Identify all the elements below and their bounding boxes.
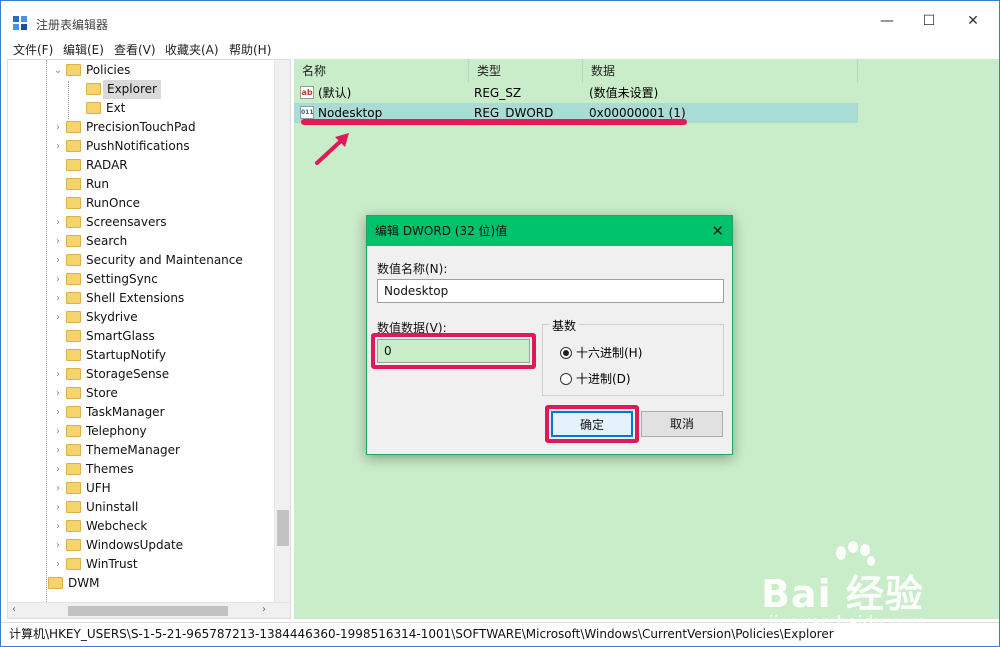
value-name-label: 数值名称(N): bbox=[377, 262, 448, 276]
folder-icon bbox=[66, 406, 81, 418]
watermark-brand: Bai 经验 bbox=[761, 572, 924, 616]
dialog-title: 编辑 DWORD (32 位)值 bbox=[375, 224, 508, 238]
menu-edit[interactable]: 编辑(E) bbox=[63, 41, 104, 58]
annotation-highlight-box bbox=[545, 405, 639, 443]
folder-icon bbox=[66, 216, 81, 228]
dword-value-icon: 011 bbox=[300, 106, 314, 119]
chevron-right-icon[interactable]: › bbox=[52, 308, 64, 327]
chevron-right-icon[interactable]: › bbox=[52, 498, 64, 517]
maximize-button[interactable]: ☐ bbox=[915, 9, 943, 33]
folder-icon bbox=[66, 330, 81, 342]
chevron-right-icon[interactable]: › bbox=[52, 536, 64, 555]
folder-icon bbox=[66, 501, 81, 513]
folder-icon bbox=[66, 349, 81, 361]
chevron-right-icon[interactable]: › bbox=[52, 137, 64, 156]
folder-icon bbox=[66, 197, 81, 209]
folder-icon bbox=[66, 368, 81, 380]
chevron-right-icon[interactable]: › bbox=[52, 422, 64, 441]
title-bar: 注册表编辑器 — ☐ ✕ bbox=[1, 1, 999, 39]
radio-selected-icon bbox=[560, 347, 572, 359]
column-header-name[interactable]: 名称 bbox=[294, 59, 469, 83]
value-name-field[interactable]: Nodesktop bbox=[377, 279, 724, 303]
folder-icon bbox=[66, 273, 81, 285]
key-tree[interactable]: ⌄ Policies Explorer Ext › PrecisionTouchP… bbox=[7, 59, 291, 619]
folder-icon bbox=[66, 235, 81, 247]
chevron-right-icon[interactable]: › bbox=[52, 460, 64, 479]
tree-vertical-scrollbar[interactable] bbox=[274, 60, 290, 603]
folder-icon bbox=[66, 159, 81, 171]
folder-icon bbox=[66, 463, 81, 475]
scroll-left-icon[interactable]: ‹ bbox=[12, 604, 16, 615]
scrollbar-thumb[interactable] bbox=[68, 606, 228, 616]
chevron-right-icon[interactable]: › bbox=[52, 232, 64, 251]
chevron-right-icon[interactable]: › bbox=[52, 270, 64, 289]
chevron-right-icon[interactable]: › bbox=[52, 384, 64, 403]
chevron-right-icon[interactable]: › bbox=[52, 289, 64, 308]
folder-icon bbox=[66, 254, 81, 266]
tree-horizontal-scrollbar[interactable]: ‹ › bbox=[8, 602, 290, 618]
chevron-right-icon[interactable]: › bbox=[52, 403, 64, 422]
folder-icon bbox=[66, 292, 81, 304]
menu-bar: 文件(F) 编辑(E) 查看(V) 收藏夹(A) 帮助(H) bbox=[1, 39, 999, 59]
chevron-right-icon[interactable]: › bbox=[52, 118, 64, 137]
baidu-watermark: Bai 经验 jingyan.baidu.com bbox=[761, 541, 981, 633]
folder-icon bbox=[66, 140, 81, 152]
folder-icon bbox=[66, 425, 81, 437]
chevron-right-icon[interactable]: › bbox=[52, 365, 64, 384]
dialog-title-bar: 编辑 DWORD (32 位)值 ✕ bbox=[367, 216, 732, 246]
registry-editor-window: 注册表编辑器 — ☐ ✕ 文件(F) 编辑(E) 查看(V) 收藏夹(A) 帮助… bbox=[0, 0, 1000, 647]
tree-guide-line bbox=[46, 60, 47, 618]
folder-icon bbox=[86, 83, 101, 95]
folder-icon bbox=[66, 558, 81, 570]
chevron-right-icon[interactable]: › bbox=[52, 517, 64, 536]
folder-icon bbox=[66, 121, 81, 133]
minimize-button[interactable]: — bbox=[873, 9, 901, 33]
dialog-close-button[interactable]: ✕ bbox=[711, 216, 724, 246]
menu-file[interactable]: 文件(F) bbox=[13, 41, 53, 58]
column-header-data[interactable]: 数据 bbox=[583, 59, 858, 83]
folder-icon bbox=[86, 102, 101, 114]
registry-editor-icon bbox=[13, 16, 27, 30]
close-button[interactable]: ✕ bbox=[959, 9, 987, 33]
folder-icon bbox=[66, 444, 81, 456]
chevron-right-icon[interactable]: › bbox=[52, 213, 64, 232]
folder-icon bbox=[66, 178, 81, 190]
menu-favorites[interactable]: 收藏夹(A) bbox=[165, 41, 219, 58]
chevron-down-icon[interactable]: ⌄ bbox=[52, 61, 64, 80]
chevron-right-icon[interactable]: › bbox=[52, 251, 64, 270]
tree-guide-line bbox=[68, 81, 69, 119]
folder-icon bbox=[66, 64, 81, 76]
edit-dword-dialog: 编辑 DWORD (32 位)值 ✕ 数值名称(N): Nodesktop 数值… bbox=[366, 215, 733, 455]
annotation-underline bbox=[301, 119, 687, 125]
base-label: 基数 bbox=[549, 317, 580, 334]
folder-icon bbox=[66, 539, 81, 551]
folder-icon bbox=[48, 577, 63, 589]
menu-help[interactable]: 帮助(H) bbox=[229, 41, 271, 58]
folder-icon bbox=[66, 387, 81, 399]
decimal-radio[interactable]: 十进制(D) bbox=[560, 370, 631, 387]
folder-icon bbox=[66, 311, 81, 323]
scroll-right-icon[interactable]: › bbox=[262, 604, 266, 615]
chevron-right-icon[interactable]: › bbox=[52, 479, 64, 498]
string-value-icon: ab bbox=[300, 86, 314, 99]
watermark-url: jingyan.baidu.com bbox=[769, 613, 926, 633]
window-title: 注册表编辑器 bbox=[36, 18, 109, 32]
chevron-right-icon[interactable]: › bbox=[52, 441, 64, 460]
chevron-right-icon[interactable]: › bbox=[52, 555, 64, 574]
annotation-arrow-icon bbox=[315, 133, 349, 165]
scrollbar-thumb[interactable] bbox=[277, 510, 289, 546]
menu-view[interactable]: 查看(V) bbox=[114, 41, 156, 58]
radio-unselected-icon bbox=[560, 373, 572, 385]
folder-icon bbox=[66, 520, 81, 532]
cancel-button[interactable]: 取消 bbox=[641, 411, 723, 437]
value-row[interactable]: ab (默认) REG_SZ (数值未设置) bbox=[294, 83, 858, 103]
folder-icon bbox=[66, 482, 81, 494]
column-header-type[interactable]: 类型 bbox=[469, 59, 583, 83]
annotation-highlight-box bbox=[371, 333, 536, 369]
hex-radio[interactable]: 十六进制(H) bbox=[560, 344, 642, 361]
